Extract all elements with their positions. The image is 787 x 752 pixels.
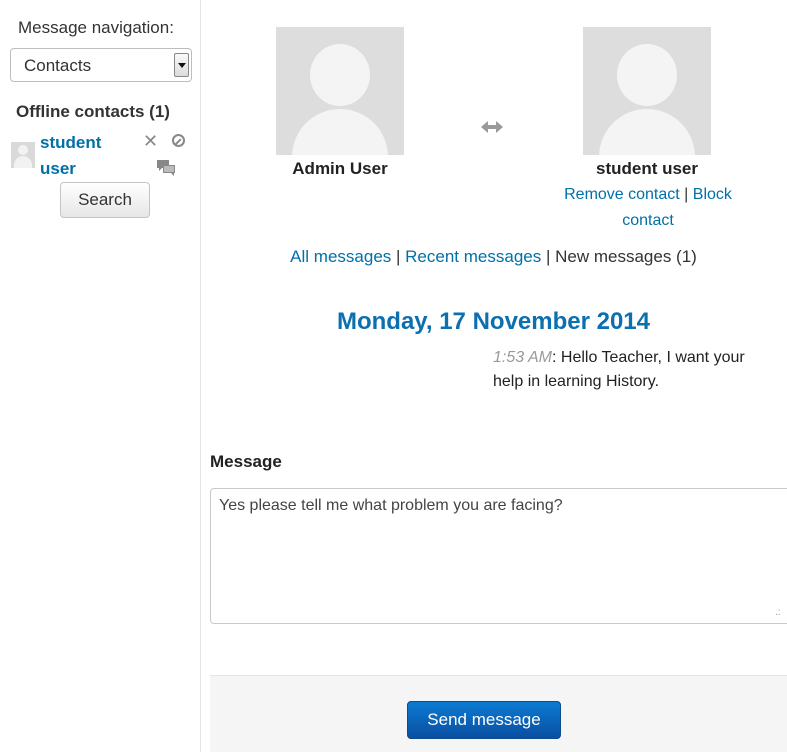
contact-link-student-user[interactable]: student user [40, 130, 120, 182]
chevron-down-icon[interactable] [174, 53, 189, 77]
navigation-select-value: Contacts [24, 56, 92, 75]
message-label: Message [210, 452, 282, 471]
message-textarea[interactable]: Yes please tell me what problem you are … [210, 488, 787, 624]
double-arrow-icon [481, 121, 503, 133]
message-time: 1:53 AM [493, 349, 552, 366]
recent-messages-link[interactable]: Recent messages [405, 247, 541, 266]
new-messages-label: New messages (1) [555, 247, 697, 266]
offline-contacts-heading: Offline contacts (1) [16, 102, 170, 121]
separator: | [391, 247, 406, 266]
messages-page: Message navigation: Contacts Offline con… [0, 0, 787, 752]
admin-user-name: Admin User [292, 159, 388, 178]
remove-contact-link[interactable]: Remove contact [564, 186, 680, 203]
all-messages-link[interactable]: All messages [290, 247, 391, 266]
block-icon[interactable] [172, 134, 185, 147]
message-time-separator: : [552, 349, 561, 366]
navigation-select[interactable]: Contacts [10, 48, 192, 82]
close-icon[interactable]: ✕ [143, 131, 158, 151]
message-date-heading: Monday, 17 November 2014 [336, 308, 651, 335]
separator: | [541, 247, 556, 266]
student-user-avatar [583, 27, 711, 155]
search-button[interactable]: Search [60, 182, 150, 218]
contact-avatar [11, 142, 35, 168]
separator: | [679, 186, 693, 203]
message-navigation-sidebar: Message navigation: Contacts Offline con… [0, 0, 201, 752]
send-message-button[interactable]: Send message [407, 701, 561, 739]
student-user-name: student user [595, 159, 699, 178]
admin-user-avatar [276, 27, 404, 155]
contact-actions: Remove contact | Block contact [553, 182, 743, 234]
message-filter-links: All messages | Recent messages | New mes… [200, 247, 787, 267]
navigation-label: Message navigation: [18, 18, 174, 37]
chat-icon[interactable] [157, 160, 175, 176]
resize-handle-icon[interactable]: .: [775, 608, 781, 618]
message-item: 1:53 AM: Hello Teacher, I want your help… [493, 346, 763, 394]
